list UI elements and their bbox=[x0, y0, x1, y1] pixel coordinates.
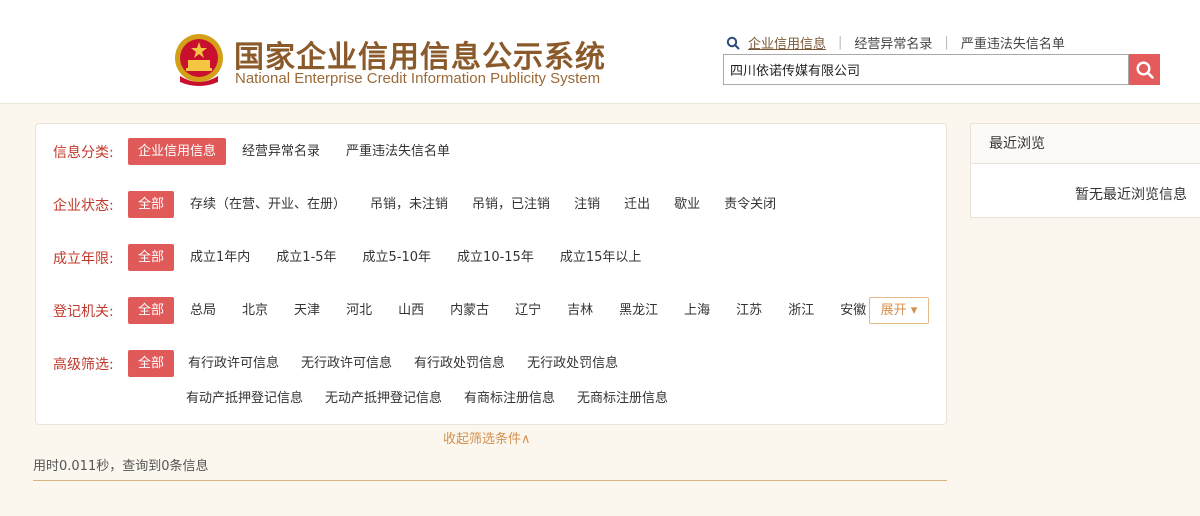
filter-option[interactable]: 黑龙江 bbox=[609, 297, 668, 324]
recent-browse-empty: 暂无最近浏览信息 bbox=[1075, 187, 1187, 203]
nav-link-blacklist[interactable]: 严重违法失信名单 bbox=[961, 33, 1065, 52]
filter-option[interactable]: 吉林 bbox=[557, 297, 603, 324]
filter-option[interactable]: 歇业 bbox=[664, 191, 710, 218]
search-input[interactable] bbox=[723, 54, 1129, 85]
filter-option[interactable]: 吊销，未注销 bbox=[360, 191, 458, 218]
filter-option[interactable]: 成立1年内 bbox=[180, 244, 260, 271]
filter-option[interactable]: 迁出 bbox=[614, 191, 660, 218]
search-icon bbox=[1135, 60, 1154, 79]
filter-panel: 信息分类: 企业信用信息 经营异常名录 严重违法失信名单 企业状态: 全部 存续… bbox=[35, 123, 947, 425]
filter-label: 高级筛选: bbox=[53, 356, 114, 373]
filter-option[interactable]: 河北 bbox=[336, 297, 382, 324]
filter-option[interactable]: 严重违法失信名单 bbox=[336, 138, 460, 165]
site-subtitle: National Enterprise Credit Information P… bbox=[235, 70, 601, 87]
filter-option[interactable]: 成立15年以上 bbox=[550, 244, 652, 271]
filter-option[interactable]: 全部 bbox=[128, 244, 175, 271]
search-icon bbox=[726, 36, 740, 50]
filter-option[interactable]: 无行政许可信息 bbox=[291, 350, 402, 377]
filter-option[interactable]: 责令关闭 bbox=[714, 191, 786, 218]
filter-label: 信息分类: bbox=[53, 144, 114, 161]
filter-option[interactable]: 山西 bbox=[388, 297, 434, 324]
filter-option[interactable]: 存续（在营、开业、在册） bbox=[180, 191, 356, 218]
filter-option[interactable]: 经营异常名录 bbox=[232, 138, 330, 165]
filter-option[interactable]: 全部 bbox=[128, 350, 175, 377]
filter-option[interactable]: 辽宁 bbox=[505, 297, 551, 324]
filter-option[interactable]: 有动产抵押登记信息 bbox=[176, 385, 313, 412]
filter-option[interactable]: 吊销，已注销 bbox=[462, 191, 560, 218]
filter-option[interactable]: 全部 bbox=[128, 191, 175, 218]
filter-option[interactable]: 浙江 bbox=[778, 297, 824, 324]
search-button[interactable] bbox=[1129, 54, 1160, 85]
filter-option[interactable]: 无行政处罚信息 bbox=[517, 350, 628, 377]
filter-option[interactable]: 全部 bbox=[128, 297, 175, 324]
result-stats: 用时0.011秒，查询到0条信息 bbox=[33, 459, 209, 474]
filter-option[interactable]: 天津 bbox=[284, 297, 330, 324]
filter-label: 成立年限: bbox=[53, 250, 114, 267]
filter-option[interactable]: 有行政处罚信息 bbox=[404, 350, 515, 377]
collapse-filters-link[interactable]: 收起筛选条件∧ bbox=[443, 428, 531, 447]
filter-option[interactable]: 北京 bbox=[232, 297, 278, 324]
filter-option[interactable]: 无动产抵押登记信息 bbox=[315, 385, 452, 412]
filter-label: 企业状态: bbox=[53, 197, 114, 214]
site-header: 国家企业信用信息公示系统 National Enterprise Credit … bbox=[0, 0, 1200, 104]
national-emblem-icon bbox=[175, 34, 223, 86]
nav-link-credit-info[interactable]: 企业信用信息 bbox=[748, 33, 826, 52]
filter-option[interactable]: 企业信用信息 bbox=[128, 138, 227, 165]
filter-option[interactable]: 有行政许可信息 bbox=[178, 350, 289, 377]
filter-label: 登记机关: bbox=[53, 303, 114, 320]
filter-option[interactable]: 成立1-5年 bbox=[266, 244, 346, 271]
filter-option[interactable]: 有商标注册信息 bbox=[454, 385, 565, 412]
recent-browse-title: 最近浏览 bbox=[971, 124, 1200, 164]
filter-option[interactable]: 注销 bbox=[564, 191, 610, 218]
filter-option[interactable]: 江苏 bbox=[726, 297, 772, 324]
recent-browse-panel: 最近浏览 暂无最近浏览信息 bbox=[970, 123, 1200, 218]
filter-option[interactable]: 总局 bbox=[180, 297, 226, 324]
filter-option[interactable]: 内蒙古 bbox=[440, 297, 499, 324]
nav-divider: | bbox=[944, 35, 949, 50]
top-nav: 企业信用信息 | 经营异常名录 | 严重违法失信名单 bbox=[726, 33, 1065, 52]
filter-option[interactable]: 无商标注册信息 bbox=[567, 385, 678, 412]
nav-divider: | bbox=[838, 35, 843, 50]
filter-option[interactable]: 成立10-15年 bbox=[447, 244, 544, 271]
nav-link-abnormal-list[interactable]: 经营异常名录 bbox=[854, 33, 932, 52]
filter-option[interactable]: 成立5-10年 bbox=[353, 244, 442, 271]
expand-button[interactable]: 展开 ▾ bbox=[869, 297, 929, 324]
filter-option[interactable]: 上海 bbox=[674, 297, 720, 324]
divider bbox=[33, 480, 947, 481]
